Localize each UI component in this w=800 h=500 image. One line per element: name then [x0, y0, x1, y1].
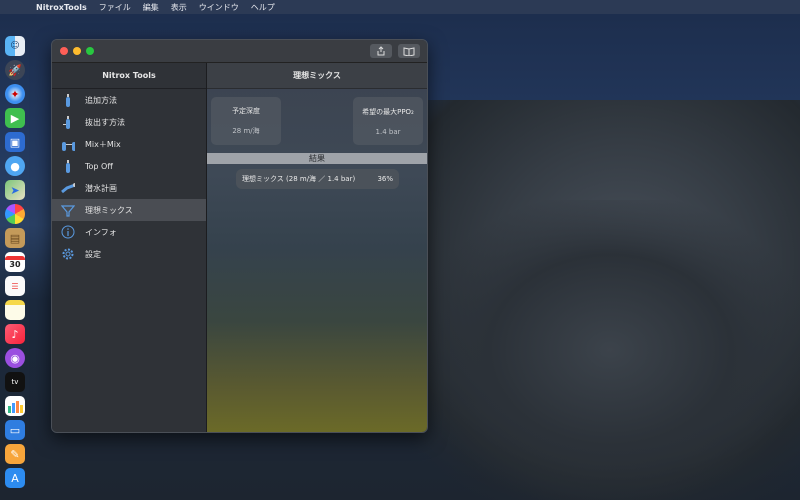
sidebar-item-bleed-method[interactable]: 抜出す方法: [52, 111, 206, 133]
nitroxtools-window: Nitrox Tools 追加方法 抜出す方法 Mix＋Mix Top Off …: [51, 39, 428, 433]
photo-booth-icon[interactable]: ▣: [5, 132, 25, 152]
sidebar: Nitrox Tools 追加方法 抜出す方法 Mix＋Mix Top Off …: [52, 63, 207, 432]
info-icon: [61, 225, 75, 239]
menu-app-name[interactable]: NitroxTools: [30, 3, 93, 12]
depth-value: 28 m/海: [232, 127, 260, 135]
sidebar-item-top-off[interactable]: Top Off: [52, 155, 206, 177]
cylinder-icon: [61, 159, 75, 173]
sidebar-title: Nitrox Tools: [52, 63, 206, 89]
close-button[interactable]: [60, 47, 68, 55]
book-icon: [403, 47, 415, 56]
sidebar-item-dive-plan[interactable]: 潜水計画: [52, 177, 206, 199]
reminders-icon[interactable]: ☰: [5, 276, 25, 296]
sidebar-item-label: 理想ミックス: [85, 205, 133, 215]
facetime-icon[interactable]: ▶: [5, 108, 25, 128]
photos-icon[interactable]: [5, 204, 25, 224]
result-value: 36%: [377, 175, 393, 183]
cylinder-small-icon: [61, 115, 75, 129]
gear-icon: [61, 247, 75, 261]
tv-icon[interactable]: tv: [5, 372, 25, 392]
dock: ☺ 🚀 ✦ ▶ ▣ ● ➤ ▤ 30 ☰ ♪ ◉ tv ▭ ✎ A: [4, 36, 26, 500]
ppo2-card[interactable]: 希望の最大PPO₂ 1.4 bar: [353, 97, 423, 145]
share-button[interactable]: [370, 44, 392, 58]
menu-bar: NitroxTools ファイル 編集 表示 ウインドウ ヘルプ: [0, 0, 800, 14]
zoom-button[interactable]: [86, 47, 94, 55]
notes-icon[interactable]: [5, 300, 25, 320]
page-title: 理想ミックス: [207, 63, 427, 89]
result-label: 理想ミックス (28 m/海 ／ 1.4 bar): [242, 175, 356, 183]
twin-cylinder-icon: [61, 137, 75, 151]
sidebar-item-mix-mix[interactable]: Mix＋Mix: [52, 133, 206, 155]
podcasts-icon[interactable]: ◉: [5, 348, 25, 368]
desktop-wallpaper-rocks: [420, 200, 800, 500]
results-section-header: 結果: [207, 153, 427, 164]
menu-view[interactable]: 表示: [165, 2, 193, 13]
cylinder-icon: [61, 93, 75, 107]
ppo2-value: 1.4 bar: [375, 127, 401, 136]
menu-help[interactable]: ヘルプ: [245, 2, 281, 13]
numbers-icon[interactable]: [5, 396, 25, 416]
sidebar-item-label: インフォ: [85, 227, 117, 237]
menu-file[interactable]: ファイル: [93, 2, 137, 13]
funnel-icon: [61, 203, 75, 217]
book-button[interactable]: [398, 44, 420, 58]
sidebar-item-label: 設定: [85, 249, 101, 259]
minimize-button[interactable]: [73, 47, 81, 55]
title-bar[interactable]: [52, 40, 427, 63]
safari-icon[interactable]: ✦: [5, 84, 25, 104]
sidebar-item-info[interactable]: インフォ: [52, 221, 206, 243]
finder-icon[interactable]: ☺: [5, 36, 25, 56]
menu-window[interactable]: ウインドウ: [193, 2, 245, 13]
main-pane: 理想ミックス 予定深度 28 m/海 希望の最大PPO₂ 1.4 bar 結果 …: [207, 63, 427, 432]
app-store-icon[interactable]: A: [5, 468, 25, 488]
menu-edit[interactable]: 編集: [137, 2, 165, 13]
sidebar-item-label: Top Off: [85, 161, 113, 171]
depth-card[interactable]: 予定深度 28 m/海: [211, 97, 281, 145]
sidebar-item-add-method[interactable]: 追加方法: [52, 89, 206, 111]
calendar-day: 30: [9, 259, 21, 269]
music-icon[interactable]: ♪: [5, 324, 25, 344]
sidebar-item-label: Mix＋Mix: [85, 139, 121, 149]
messages-icon[interactable]: ●: [5, 156, 25, 176]
calendar-icon[interactable]: 30: [5, 252, 25, 272]
contacts-icon[interactable]: ▤: [5, 228, 25, 248]
maps-icon[interactable]: ➤: [5, 180, 25, 200]
result-row: 理想ミックス (28 m/海 ／ 1.4 bar) 36%: [236, 169, 399, 189]
sidebar-item-label: 抜出す方法: [85, 117, 125, 127]
depth-label: 予定深度: [232, 107, 260, 115]
ppo2-label: 希望の最大PPO₂: [362, 107, 414, 116]
diver-icon: [61, 181, 75, 195]
sidebar-item-label: 潜水計画: [85, 183, 117, 193]
pages-icon[interactable]: ✎: [5, 444, 25, 464]
sidebar-item-ideal-mix[interactable]: 理想ミックス: [52, 199, 206, 221]
keynote-icon[interactable]: ▭: [5, 420, 25, 440]
sidebar-item-settings[interactable]: 設定: [52, 243, 206, 265]
launchpad-icon[interactable]: 🚀: [5, 60, 25, 80]
sidebar-item-label: 追加方法: [85, 95, 117, 105]
share-icon: [377, 46, 385, 56]
